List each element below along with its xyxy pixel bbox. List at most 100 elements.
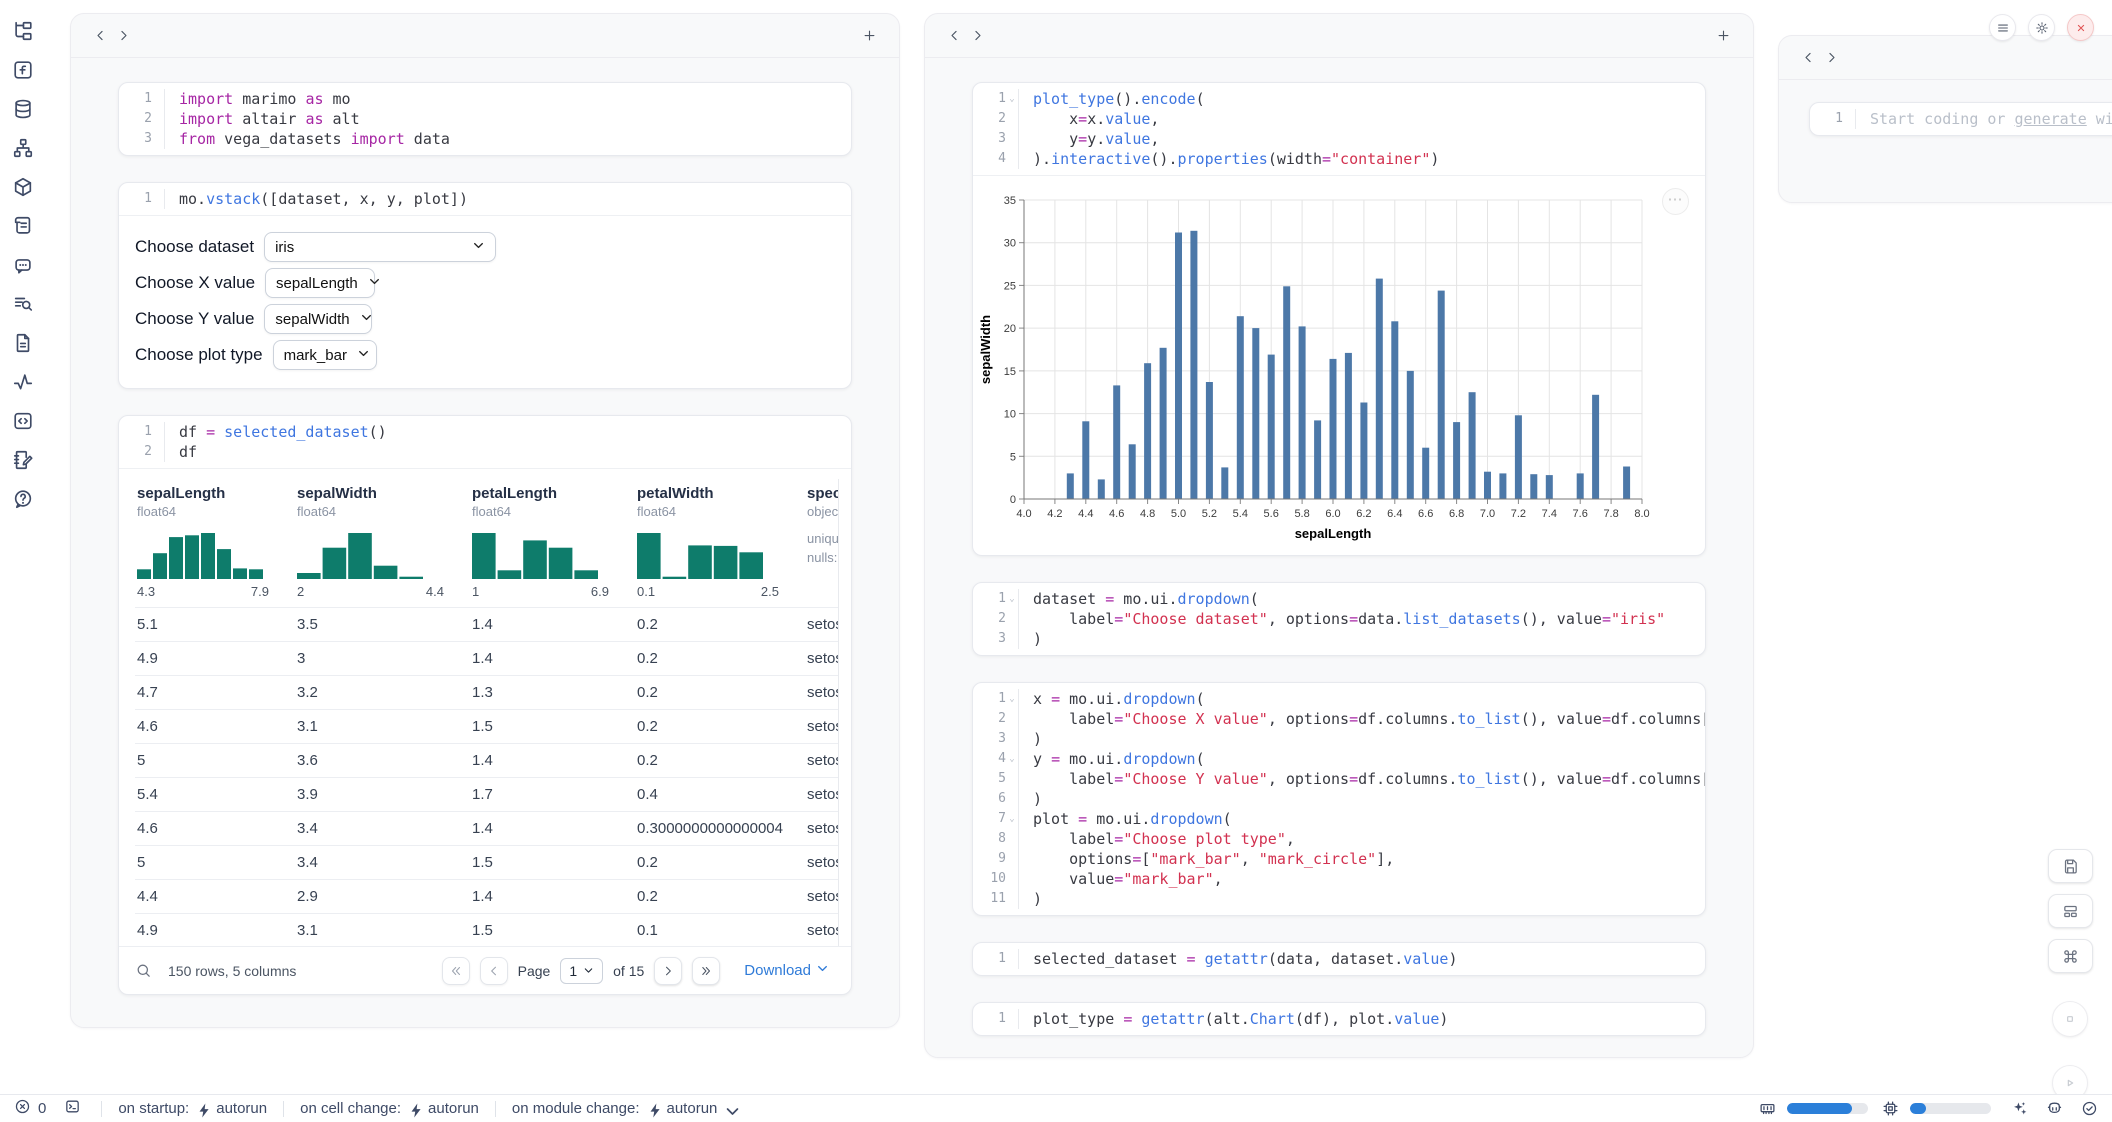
search-icon[interactable]	[135, 962, 152, 979]
sidebar-item-function-square[interactable]	[10, 57, 36, 83]
code-line[interactable]: 1plot_type = getattr(alt.Chart(df), plot…	[973, 1009, 1705, 1029]
table-row[interactable]: 5.43.91.70.4setosa	[135, 777, 838, 811]
layout-button[interactable]	[2048, 894, 2093, 928]
column-header-sepalWidth[interactable]: sepalWidthfloat6424.4	[295, 479, 470, 607]
fold-chevron-icon[interactable]: ⌄	[1006, 689, 1018, 709]
generate-ai-link[interactable]: generate	[2015, 110, 2087, 128]
code-line[interactable]: 3)	[973, 729, 1705, 749]
code-line[interactable]: 1import marimo as mo	[119, 89, 851, 109]
code-line[interactable]: 1⌄plot_type().encode(	[973, 89, 1705, 109]
code-editor[interactable]: 1mo.vstack([dataset, x, y, plot])	[119, 183, 851, 215]
table-row[interactable]: 4.63.41.40.3000000000000004setosa	[135, 811, 838, 845]
column-header-petalWidth[interactable]: petalWidthfloat640.12.5	[635, 479, 805, 607]
code-line[interactable]: 2 label="Choose dataset", options=data.l…	[973, 609, 1705, 629]
fold-chevron-icon[interactable]: ⌄	[1006, 809, 1018, 829]
code-line[interactable]: 8 label="Choose plot type",	[973, 829, 1705, 849]
table-row[interactable]: 4.42.91.40.2setosa	[135, 879, 838, 913]
sidebar-item-dependency-graph[interactable]	[10, 135, 36, 161]
code-editor[interactable]: 1⌄dataset = mo.ui.dropdown(2 label="Choo…	[973, 583, 1705, 655]
menu-button[interactable]	[1989, 14, 2016, 41]
dropdown-choose-x-value[interactable]: sepalLength	[265, 268, 375, 298]
code-line[interactable]: 1⌄x = mo.ui.dropdown(	[973, 689, 1705, 709]
code-line[interactable]: 4⌄y = mo.ui.dropdown(	[973, 749, 1705, 769]
code-line[interactable]: 3)	[973, 629, 1705, 649]
sidebar-item-scroll-text[interactable]	[10, 213, 36, 239]
code-line[interactable]: 5 label="Choose Y value", options=df.col…	[973, 769, 1705, 789]
chart-menu-button[interactable]: ⋯	[1662, 188, 1689, 215]
code-line[interactable]: 2df	[119, 442, 851, 462]
last-page-button[interactable]	[692, 957, 720, 985]
table-row[interactable]: 4.73.21.30.2setosa	[135, 675, 838, 709]
add-cell-button[interactable]	[1712, 24, 1735, 47]
dropdown-choose-dataset[interactable]: iris	[264, 232, 496, 262]
code-line[interactable]: 6)	[973, 789, 1705, 809]
code-line[interactable]: 1mo.vstack([dataset, x, y, plot])	[119, 189, 851, 209]
code-line[interactable]: 10 value="mark_bar",	[973, 869, 1705, 889]
sidebar-item-database[interactable]	[10, 96, 36, 122]
runtime-config-2[interactable]: on module change:autorun	[512, 1100, 736, 1117]
fold-chevron-icon[interactable]: ⌄	[1006, 89, 1018, 109]
column-back-button[interactable]	[1797, 46, 1820, 69]
fold-chevron-icon[interactable]: ⌄	[1006, 749, 1018, 769]
table-row[interactable]: 4.63.11.50.2setosa	[135, 709, 838, 743]
code-line[interactable]: 1⌄dataset = mo.ui.dropdown(	[973, 589, 1705, 609]
code-line[interactable]: 11)	[973, 889, 1705, 909]
table-row[interactable]: 53.61.40.2setosa	[135, 743, 838, 777]
column-header-petalLength[interactable]: petalLengthfloat6416.9	[470, 479, 635, 607]
page-select[interactable]: 1	[560, 958, 603, 984]
check-circle-button[interactable]	[2081, 1100, 2098, 1117]
column-header-sepalLength[interactable]: sepalLengthfloat644.37.9	[135, 479, 295, 607]
stop-button[interactable]	[2052, 1001, 2088, 1037]
column-back-button[interactable]	[89, 24, 112, 47]
code-line[interactable]: 1df = selected_dataset()	[119, 422, 851, 442]
first-page-button[interactable]	[442, 957, 470, 985]
copilot-button[interactable]	[2046, 1100, 2063, 1117]
sidebar-item-chat-bot[interactable]	[10, 252, 36, 278]
sidebar-item-package[interactable]	[10, 174, 36, 200]
sparkles-button[interactable]	[2011, 1100, 2028, 1117]
sidebar-item-document[interactable]	[10, 330, 36, 356]
code-editor[interactable]: 1import marimo as mo2import altair as al…	[119, 83, 851, 155]
column-forward-button[interactable]	[966, 24, 989, 47]
code-editor[interactable]: 1selected_dataset = getattr(data, datase…	[973, 943, 1705, 975]
code-editor[interactable]: 1 Start coding or generate with AI	[1810, 103, 2112, 135]
column-forward-button[interactable]	[1820, 46, 1843, 69]
sidebar-item-code-snippets[interactable]	[10, 408, 36, 434]
terminal-button[interactable]	[64, 1098, 81, 1119]
code-editor[interactable]: 1df = selected_dataset()2df	[119, 416, 851, 468]
dropdown-choose-y-value[interactable]: sepalWidth	[264, 304, 372, 334]
column-header-species[interactable]: speciesobjectuniquenulls:	[805, 479, 839, 607]
code-line[interactable]: 3from vega_datasets import data	[119, 129, 851, 149]
code-editor[interactable]: 1⌄x = mo.ui.dropdown(2 label="Choose X v…	[973, 683, 1705, 915]
next-page-button[interactable]	[654, 957, 682, 985]
download-button[interactable]: Download	[738, 961, 835, 980]
code-line[interactable]: 2import altair as alt	[119, 109, 851, 129]
sidebar-item-activity[interactable]	[10, 369, 36, 395]
code-editor[interactable]: 1plot_type = getattr(alt.Chart(df), plot…	[973, 1003, 1705, 1035]
code-line[interactable]: 2 label="Choose X value", options=df.col…	[973, 709, 1705, 729]
code-line[interactable]: 2 x=x.value,	[973, 109, 1705, 129]
column-back-button[interactable]	[943, 24, 966, 47]
bar-chart[interactable]: 4.04.24.44.64.85.05.25.45.65.86.06.26.46…	[979, 190, 1657, 544]
sidebar-item-file-tree[interactable]	[10, 18, 36, 44]
code-line[interactable]: 7⌄plot = mo.ui.dropdown(	[973, 809, 1705, 829]
dropdown-choose-plot-type[interactable]: mark_bar	[273, 340, 377, 370]
sidebar-item-list-search[interactable]	[10, 291, 36, 317]
table-row[interactable]: 4.931.40.2setosa	[135, 641, 838, 675]
code-line[interactable]: 1 Start coding or generate with AI	[1810, 109, 2112, 129]
error-count-button[interactable]: 0	[14, 1098, 46, 1119]
fold-chevron-icon[interactable]: ⌄	[1006, 589, 1018, 609]
code-editor[interactable]: 1⌄plot_type().encode(2 x=x.value,3 y=y.v…	[973, 83, 1705, 175]
table-row[interactable]: 4.93.11.50.1setosa	[135, 913, 838, 947]
code-line[interactable]: 3 y=y.value,	[973, 129, 1705, 149]
code-line[interactable]: 9 options=["mark_bar", "mark_circle"],	[973, 849, 1705, 869]
prev-page-button[interactable]	[480, 957, 508, 985]
settings-button[interactable]	[2028, 14, 2055, 41]
command-button[interactable]	[2048, 939, 2093, 973]
code-line[interactable]: 1selected_dataset = getattr(data, datase…	[973, 949, 1705, 969]
runtime-config-0[interactable]: on startup:autorun	[118, 1100, 267, 1117]
code-line[interactable]: 4).interactive().properties(width="conta…	[973, 149, 1705, 169]
table-row[interactable]: 5.13.51.40.2setosa	[135, 607, 838, 641]
table-scroll-region[interactable]: sepalLengthfloat644.37.9sepalWidthfloat6…	[135, 479, 839, 947]
runtime-config-1[interactable]: on cell change:autorun	[300, 1100, 479, 1117]
